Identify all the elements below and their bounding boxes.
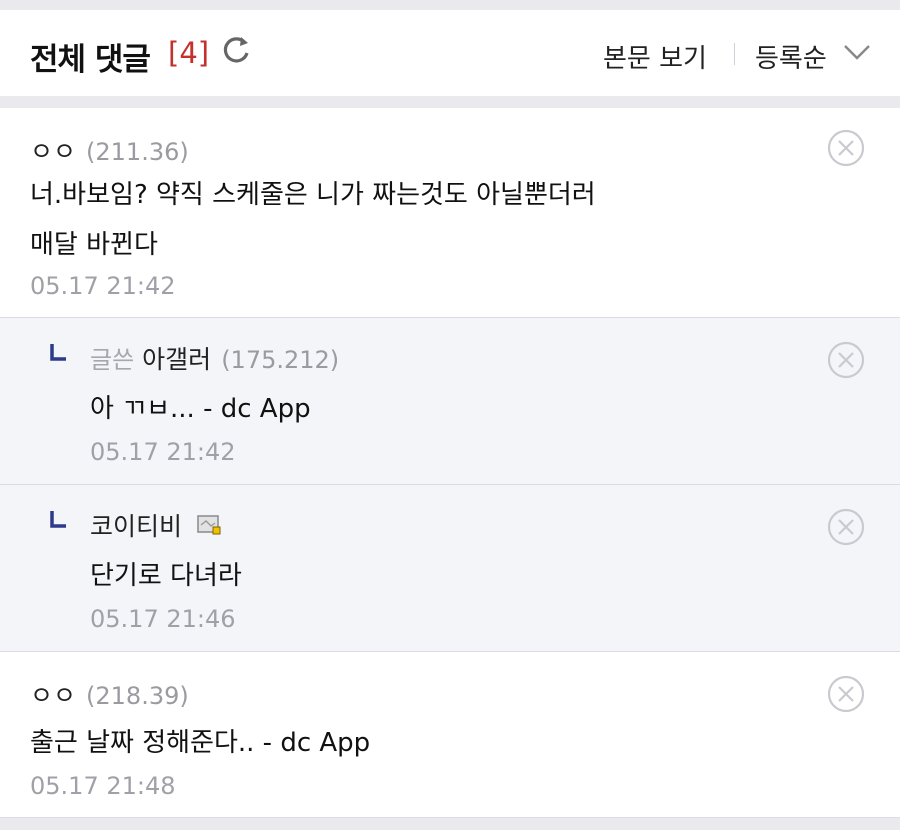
- comment-line: 매달 바뀐다: [30, 230, 158, 260]
- header-separator: [734, 43, 735, 65]
- comment-author[interactable]: ㅇㅇ (211.36): [30, 132, 189, 168]
- author-ip: (211.36): [86, 138, 189, 166]
- comment-date: 05.17 21:42: [90, 438, 236, 466]
- delete-icon[interactable]: [826, 507, 866, 547]
- comment-author[interactable]: 글쓴 아갤러 (175.212): [90, 340, 339, 376]
- delete-icon[interactable]: [826, 674, 866, 714]
- chevron-down-icon[interactable]: [842, 40, 872, 64]
- fixed-nick-icon: [197, 515, 221, 535]
- reply-item: 코이티비 단기로 다녀라 05.17 21:46: [0, 485, 900, 652]
- author-ip: (218.39): [86, 682, 189, 710]
- comment-text: 출근 날짜 정해준다.. - dc App: [30, 718, 370, 768]
- delete-icon[interactable]: [826, 128, 866, 168]
- author-ip: (175.212): [221, 346, 340, 374]
- comment-line: 출근 날짜 정해준다.. - dc App: [30, 728, 371, 758]
- comment-header: 전체 댓글 [4] 본문 보기 등록순: [0, 10, 900, 96]
- comment-line: 단기로 다녀라: [90, 561, 242, 591]
- bottom-divider: [0, 818, 900, 830]
- header-divider: [0, 96, 900, 108]
- comment-text: 너.바보임? 약직 스케줄은 니가 짜는것도 아닐뿐더러 매달 바뀐다: [30, 170, 596, 270]
- reply-item: 글쓴 아갤러 (175.212) 아 ㄲㅂ... - dc App 05.17 21…: [0, 318, 900, 485]
- reply-arrow-icon: [50, 344, 66, 361]
- comment-line: 아 ㄲㅂ... - dc App: [90, 394, 311, 424]
- comment-line: 너.바보임? 약직 스케줄은 니가 짜는것도 아닐뿐더러: [30, 180, 596, 210]
- comment-author[interactable]: 코이티비: [90, 507, 224, 543]
- reply-arrow-icon: [50, 511, 66, 528]
- comment-date: 05.17 21:42: [30, 272, 176, 300]
- comment-author[interactable]: ㅇㅇ (218.39): [30, 676, 189, 712]
- comment-date: 05.17 21:48: [30, 772, 176, 800]
- delete-icon[interactable]: [826, 340, 866, 380]
- comment-text: 아 ㄲㅂ... - dc App: [90, 384, 311, 434]
- comment-section-title: 전체 댓글: [30, 42, 151, 78]
- author-name[interactable]: ㅇㅇ: [30, 681, 76, 710]
- author-name[interactable]: ㅇㅇ: [30, 137, 76, 166]
- view-body-button[interactable]: 본문 보기: [603, 38, 707, 75]
- author-name[interactable]: 코이티비: [90, 512, 182, 541]
- comment-item: ㅇㅇ (218.39) 출근 날짜 정해준다.. - dc App 05.17 2…: [0, 652, 900, 818]
- comment-count: [4]: [168, 36, 210, 70]
- top-divider: [0, 0, 900, 10]
- sort-dropdown[interactable]: 등록순: [755, 38, 827, 75]
- author-name[interactable]: 아갤러: [142, 345, 211, 374]
- comment-item: ㅇㅇ (211.36) 너.바보임? 약직 스케줄은 니가 짜는것도 아닐뿐더러 …: [0, 108, 900, 318]
- writer-tag: 글쓴: [90, 346, 135, 374]
- comment-text: 단기로 다녀라: [90, 551, 242, 601]
- refresh-icon[interactable]: [218, 32, 254, 68]
- comment-date: 05.17 21:46: [90, 605, 236, 633]
